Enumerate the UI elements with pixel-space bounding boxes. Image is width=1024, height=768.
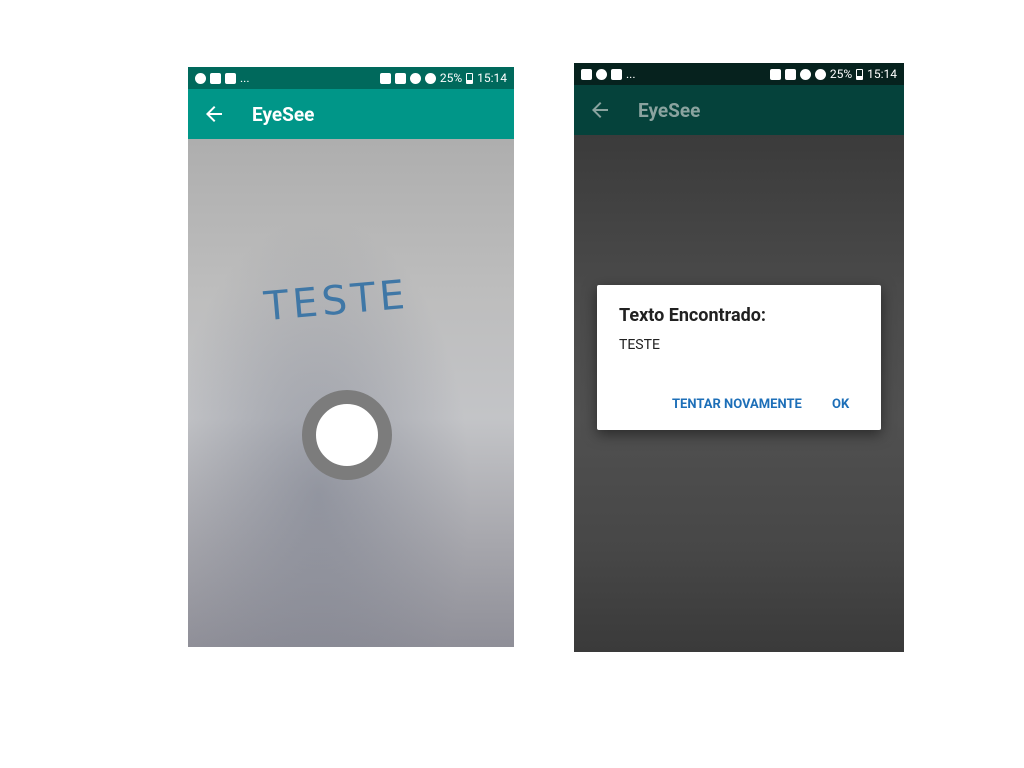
battery-icon <box>856 68 864 80</box>
app-notification-icon <box>195 72 206 84</box>
more-notifications: ... <box>626 67 636 81</box>
mute-icon <box>394 72 406 84</box>
clock: 15:14 <box>477 71 507 85</box>
alarm-icon <box>409 72 421 84</box>
wifi-signal-icon <box>814 68 826 80</box>
app-title: EyeSee <box>252 102 315 126</box>
battery-percent: 25% <box>829 67 853 81</box>
app-bar: EyeSee <box>574 85 904 135</box>
app-title: EyeSee <box>638 98 701 122</box>
app-bar: EyeSee <box>188 89 514 139</box>
result-dialog: Texto Encontrado: TESTE TENTAR NOVAMENTE… <box>597 285 881 430</box>
retry-button[interactable]: TENTAR NOVAMENTE <box>672 397 802 412</box>
ok-button[interactable]: OK <box>832 397 849 412</box>
translate-notification-icon <box>225 72 236 84</box>
image-notification-icon <box>210 72 221 84</box>
recognized-text: TESTE <box>619 337 660 353</box>
nfc-icon <box>769 68 781 80</box>
back-arrow-icon[interactable] <box>202 102 226 126</box>
wifi-signal-icon <box>424 72 436 84</box>
status-bar: ... 25% 15:14 <box>574 63 904 85</box>
app-notification-icon <box>596 68 607 80</box>
battery-percent: 25% <box>439 71 463 85</box>
phone-screen-result: ... 25% 15:14 EyeSee TESTE Texto Encontr… <box>574 63 904 652</box>
status-bar: ... 25% 15:14 <box>188 67 514 89</box>
clock: 15:14 <box>867 67 897 81</box>
translate-notification-icon <box>611 68 622 80</box>
nfc-icon <box>379 72 391 84</box>
more-notifications: ... <box>240 71 250 85</box>
back-arrow-icon[interactable] <box>588 98 612 122</box>
image-notification-icon <box>581 68 592 80</box>
alarm-icon <box>799 68 811 80</box>
dialog-title: Texto Encontrado: <box>619 305 766 326</box>
mute-icon <box>784 68 796 80</box>
phone-screen-capture: ... 25% 15:14 EyeSee TESTE <box>188 67 514 647</box>
handwritten-text: TESTE <box>262 271 411 331</box>
camera-preview: TESTE <box>188 139 514 647</box>
battery-icon <box>466 72 474 84</box>
capture-button[interactable] <box>302 390 392 480</box>
